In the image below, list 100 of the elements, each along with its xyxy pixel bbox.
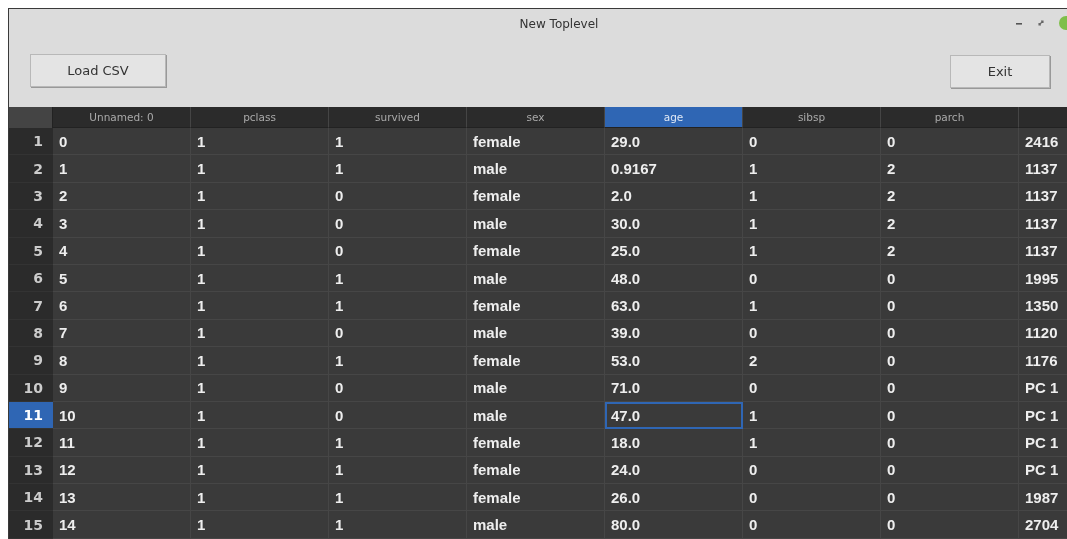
table-cell[interactable]: 1 — [329, 456, 467, 485]
column-header[interactable]: sibsp — [743, 107, 881, 128]
table-cell[interactable]: 1 — [191, 319, 329, 348]
table-cell[interactable]: 1 — [191, 374, 329, 402]
table-cell[interactable]: 63.0 — [605, 292, 743, 320]
table-cell[interactable]: 24.0 — [605, 456, 743, 485]
table-cell[interactable]: 26.0 — [605, 484, 743, 512]
table-cell[interactable]: 1 — [191, 484, 329, 512]
row-header[interactable]: 2 — [9, 155, 53, 183]
table-cell[interactable]: male — [467, 155, 605, 183]
table-cell[interactable]: 0 — [329, 210, 467, 238]
table-cell[interactable]: 1 — [743, 237, 881, 265]
table-cell[interactable]: 2 — [881, 210, 1019, 238]
row-header[interactable]: 12 — [9, 429, 53, 457]
table-cell[interactable]: 1 — [191, 347, 329, 375]
table-cell[interactable]: 0 — [881, 456, 1019, 485]
table-cell[interactable]: female — [467, 484, 605, 512]
table-cell[interactable]: 25.0 — [605, 237, 743, 265]
table-cell[interactable]: male — [467, 210, 605, 238]
table-cell[interactable]: 71.0 — [605, 374, 743, 402]
table-cell[interactable]: 1 — [191, 128, 329, 156]
table-cell[interactable]: 1350 — [1019, 292, 1067, 320]
table-cell[interactable]: 2 — [881, 182, 1019, 211]
table-cell[interactable]: 1 — [743, 401, 881, 430]
table-cell[interactable]: 53.0 — [605, 347, 743, 375]
table-cell[interactable]: 7 — [53, 319, 191, 348]
row-header[interactable]: 1 — [9, 128, 53, 156]
table-cell[interactable]: 0 — [743, 374, 881, 402]
table-cell[interactable]: 8 — [53, 347, 191, 375]
table-cell[interactable]: PC 1 — [1019, 401, 1067, 430]
table-cell[interactable]: 18.0 — [605, 429, 743, 457]
table-cell[interactable]: 1 — [329, 264, 467, 293]
table-cell[interactable]: 2.0 — [605, 182, 743, 211]
table-cell[interactable]: 1137 — [1019, 237, 1067, 265]
table-cell[interactable]: female — [467, 237, 605, 265]
table-cell[interactable]: female — [467, 128, 605, 156]
table-cell[interactable]: 0 — [743, 456, 881, 485]
table-cell[interactable]: 0 — [329, 237, 467, 265]
table-cell[interactable]: 0 — [881, 401, 1019, 430]
table-cell[interactable]: 12 — [53, 456, 191, 485]
table-cell[interactable]: 1995 — [1019, 264, 1067, 293]
table-cell[interactable]: 1 — [329, 347, 467, 375]
table-cell[interactable]: 4 — [53, 237, 191, 265]
table-cell[interactable]: 1137 — [1019, 210, 1067, 238]
table-cell[interactable]: 13 — [53, 484, 191, 512]
table-cell[interactable]: 0 — [881, 264, 1019, 293]
table-cell[interactable]: 0 — [53, 128, 191, 156]
table-cell[interactable]: 0 — [743, 319, 881, 348]
table-cell[interactable]: 29.0 — [605, 128, 743, 156]
row-header[interactable]: 14 — [9, 484, 53, 512]
table-cell[interactable]: 1 — [329, 511, 467, 539]
table-cell[interactable]: 0 — [881, 292, 1019, 320]
row-header[interactable]: 11 — [9, 401, 53, 430]
table-cell[interactable]: 3 — [53, 210, 191, 238]
table-cell[interactable]: 1 — [743, 210, 881, 238]
table-cell[interactable]: PC 1 — [1019, 374, 1067, 402]
table-cell[interactable]: PC 1 — [1019, 429, 1067, 457]
table-cell[interactable]: male — [467, 374, 605, 402]
table-cell[interactable]: 1 — [191, 182, 329, 211]
table-cell[interactable]: 1176 — [1019, 347, 1067, 375]
table-cell[interactable]: 0 — [743, 264, 881, 293]
table-cell[interactable]: 0 — [881, 511, 1019, 539]
table-cell[interactable]: female — [467, 347, 605, 375]
table-cell[interactable]: 0 — [881, 484, 1019, 512]
table-cell[interactable]: 1 — [329, 292, 467, 320]
table-cell[interactable]: 47.0 — [605, 401, 743, 430]
table-cell[interactable]: 6 — [53, 292, 191, 320]
table-cell[interactable]: 1 — [191, 155, 329, 183]
table-cell[interactable]: 0 — [881, 429, 1019, 457]
table-cell[interactable]: 1 — [329, 429, 467, 457]
table-cell[interactable]: female — [467, 429, 605, 457]
row-header[interactable]: 15 — [9, 511, 53, 539]
table-corner[interactable] — [9, 107, 53, 128]
row-header[interactable]: 8 — [9, 319, 53, 348]
table-cell[interactable]: 0 — [881, 319, 1019, 348]
table-cell[interactable]: 1137 — [1019, 155, 1067, 183]
table-cell[interactable]: 0 — [881, 347, 1019, 375]
table-cell[interactable]: 10 — [53, 401, 191, 430]
table-cell[interactable]: 48.0 — [605, 264, 743, 293]
table-cell[interactable]: 14 — [53, 511, 191, 539]
column-header[interactable]: pclass — [191, 107, 329, 128]
table-cell[interactable]: 0 — [743, 511, 881, 539]
table-cell[interactable]: male — [467, 511, 605, 539]
row-header[interactable]: 5 — [9, 237, 53, 265]
table-cell[interactable]: 1 — [191, 429, 329, 457]
table-cell[interactable]: 0 — [743, 128, 881, 156]
table-cell[interactable]: 1 — [743, 182, 881, 211]
table-cell[interactable]: 30.0 — [605, 210, 743, 238]
table-cell[interactable]: 1 — [191, 511, 329, 539]
column-header[interactable]: age — [605, 107, 743, 128]
table-cell[interactable]: 1 — [329, 484, 467, 512]
exit-button[interactable]: Exit — [950, 55, 1050, 88]
table-cell[interactable]: 1 — [191, 456, 329, 485]
row-header[interactable]: 7 — [9, 292, 53, 320]
table-cell[interactable]: 0 — [329, 319, 467, 348]
restore-icon[interactable] — [1036, 18, 1046, 28]
table-cell[interactable]: 1120 — [1019, 319, 1067, 348]
table-cell[interactable]: 1 — [191, 264, 329, 293]
table-cell[interactable]: 1 — [191, 292, 329, 320]
column-header[interactable]: parch — [881, 107, 1019, 128]
